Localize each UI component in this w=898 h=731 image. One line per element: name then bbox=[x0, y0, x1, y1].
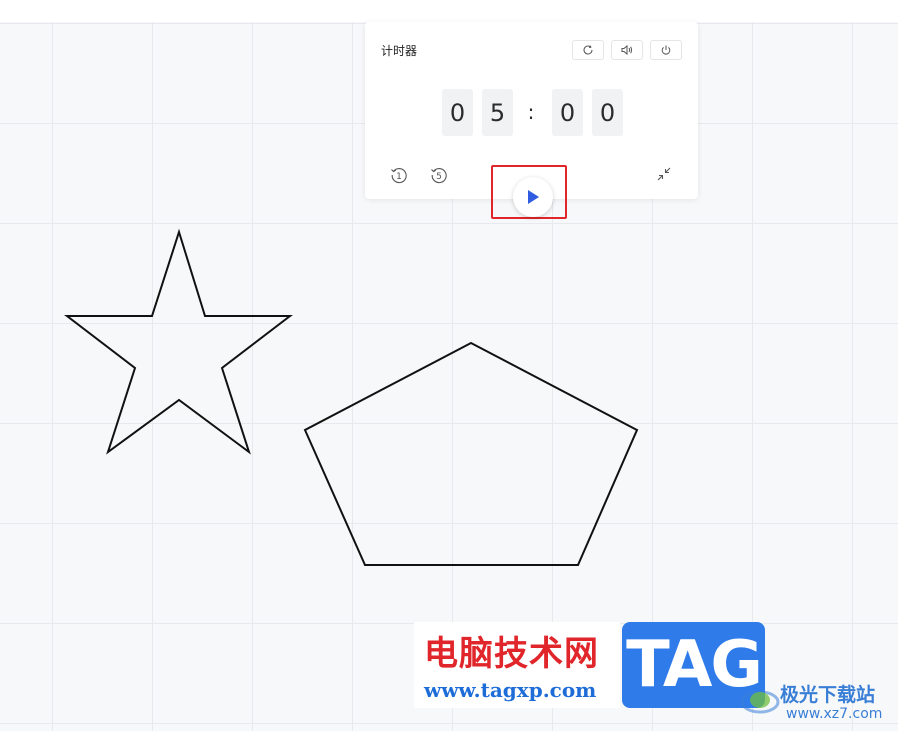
watermark-right-url: www.xz7.com bbox=[786, 706, 883, 722]
minutes-ones-digit[interactable]: 5 bbox=[482, 89, 513, 136]
rewind-5-button[interactable]: 5 bbox=[429, 165, 449, 189]
watermark-right-name: 极光下载站 bbox=[780, 684, 876, 706]
rewind-1-icon: 1 bbox=[391, 168, 407, 184]
watermark-site: 电脑技术网 www.tagxp.com bbox=[414, 622, 620, 708]
collapse-icon bbox=[657, 167, 671, 181]
minutes-tens-digit[interactable]: 0 bbox=[442, 89, 473, 136]
play-button[interactable] bbox=[513, 177, 553, 217]
watermark-site-name: 电脑技术网 bbox=[424, 634, 599, 674]
seconds-tens-digit[interactable]: 0 bbox=[552, 89, 583, 136]
star-shape[interactable] bbox=[64, 228, 293, 455]
volume-button[interactable] bbox=[611, 40, 643, 60]
pentagon-shape[interactable] bbox=[303, 341, 639, 566]
power-button[interactable] bbox=[650, 40, 682, 60]
timer-title: 计时器 bbox=[381, 44, 418, 58]
aurora-logo-icon bbox=[740, 690, 780, 714]
svg-text:5: 5 bbox=[436, 172, 442, 182]
power-icon bbox=[661, 45, 671, 55]
collapse-button[interactable] bbox=[655, 165, 673, 187]
watermark-site-url: www.tagxp.com bbox=[424, 678, 597, 702]
time-separator: : bbox=[527, 100, 535, 124]
reset-icon bbox=[583, 45, 593, 55]
rewind-5-icon: 5 bbox=[431, 168, 447, 184]
reset-button[interactable] bbox=[572, 40, 604, 60]
rewind-1-button[interactable]: 1 bbox=[389, 165, 409, 189]
seconds-ones-digit[interactable]: 0 bbox=[592, 89, 623, 136]
volume-icon bbox=[621, 44, 633, 56]
play-icon bbox=[528, 190, 539, 204]
svg-text:1: 1 bbox=[396, 172, 402, 182]
